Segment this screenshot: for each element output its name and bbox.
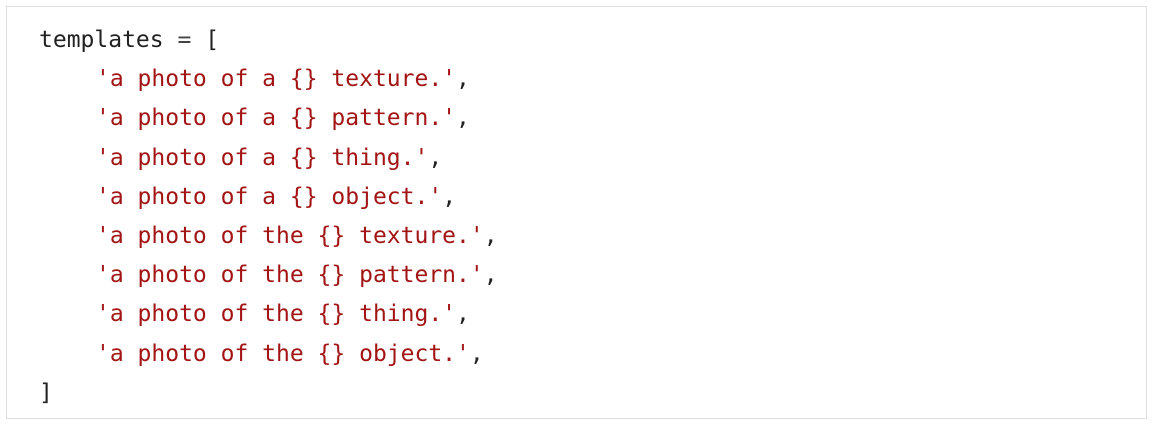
code-line-entry: 'a photo of a {} object.', xyxy=(39,178,1114,217)
code-line-entry: 'a photo of the {} texture.', xyxy=(39,217,1114,256)
comma: , xyxy=(456,66,470,93)
string-literal: 'a photo of the {} object.' xyxy=(96,340,470,367)
close-bracket: ] xyxy=(39,379,53,406)
string-literal: 'a photo of a {} object.' xyxy=(96,183,443,210)
code-line-entry: 'a photo of the {} pattern.', xyxy=(39,256,1114,295)
code-line-entry: 'a photo of a {} pattern.', xyxy=(39,99,1114,138)
code-block: templates = [ 'a photo of a {} texture.'… xyxy=(6,6,1147,419)
string-literal: 'a photo of the {} pattern.' xyxy=(96,262,484,289)
code-line-assignment: templates = [ xyxy=(39,21,1114,60)
string-literal: 'a photo of a {} pattern.' xyxy=(96,105,457,132)
code-line-entry: 'a photo of the {} object.', xyxy=(39,335,1114,374)
variable-name: templates xyxy=(39,27,164,53)
comma: , xyxy=(456,105,470,132)
string-literal: 'a photo of the {} texture.' xyxy=(96,222,484,249)
comma: , xyxy=(483,262,498,289)
code-line-entry: 'a photo of a {} thing.', xyxy=(39,139,1114,178)
string-literal: 'a photo of the {} thing.' xyxy=(96,301,457,328)
comma: , xyxy=(428,144,443,171)
code-line-entry: 'a photo of the {} thing.', xyxy=(39,295,1114,334)
string-literal: 'a photo of a {} texture.' xyxy=(96,66,457,93)
comma: , xyxy=(456,301,470,328)
comma: , xyxy=(469,340,484,367)
comma: , xyxy=(442,183,457,210)
code-line-close: ] xyxy=(39,374,1114,413)
comma: , xyxy=(483,222,498,249)
code-line-entry: 'a photo of a {} texture.', xyxy=(39,60,1114,99)
string-literal: 'a photo of a {} thing.' xyxy=(96,144,429,171)
open-bracket: [ xyxy=(205,27,220,53)
assignment-operator: = xyxy=(177,27,192,53)
